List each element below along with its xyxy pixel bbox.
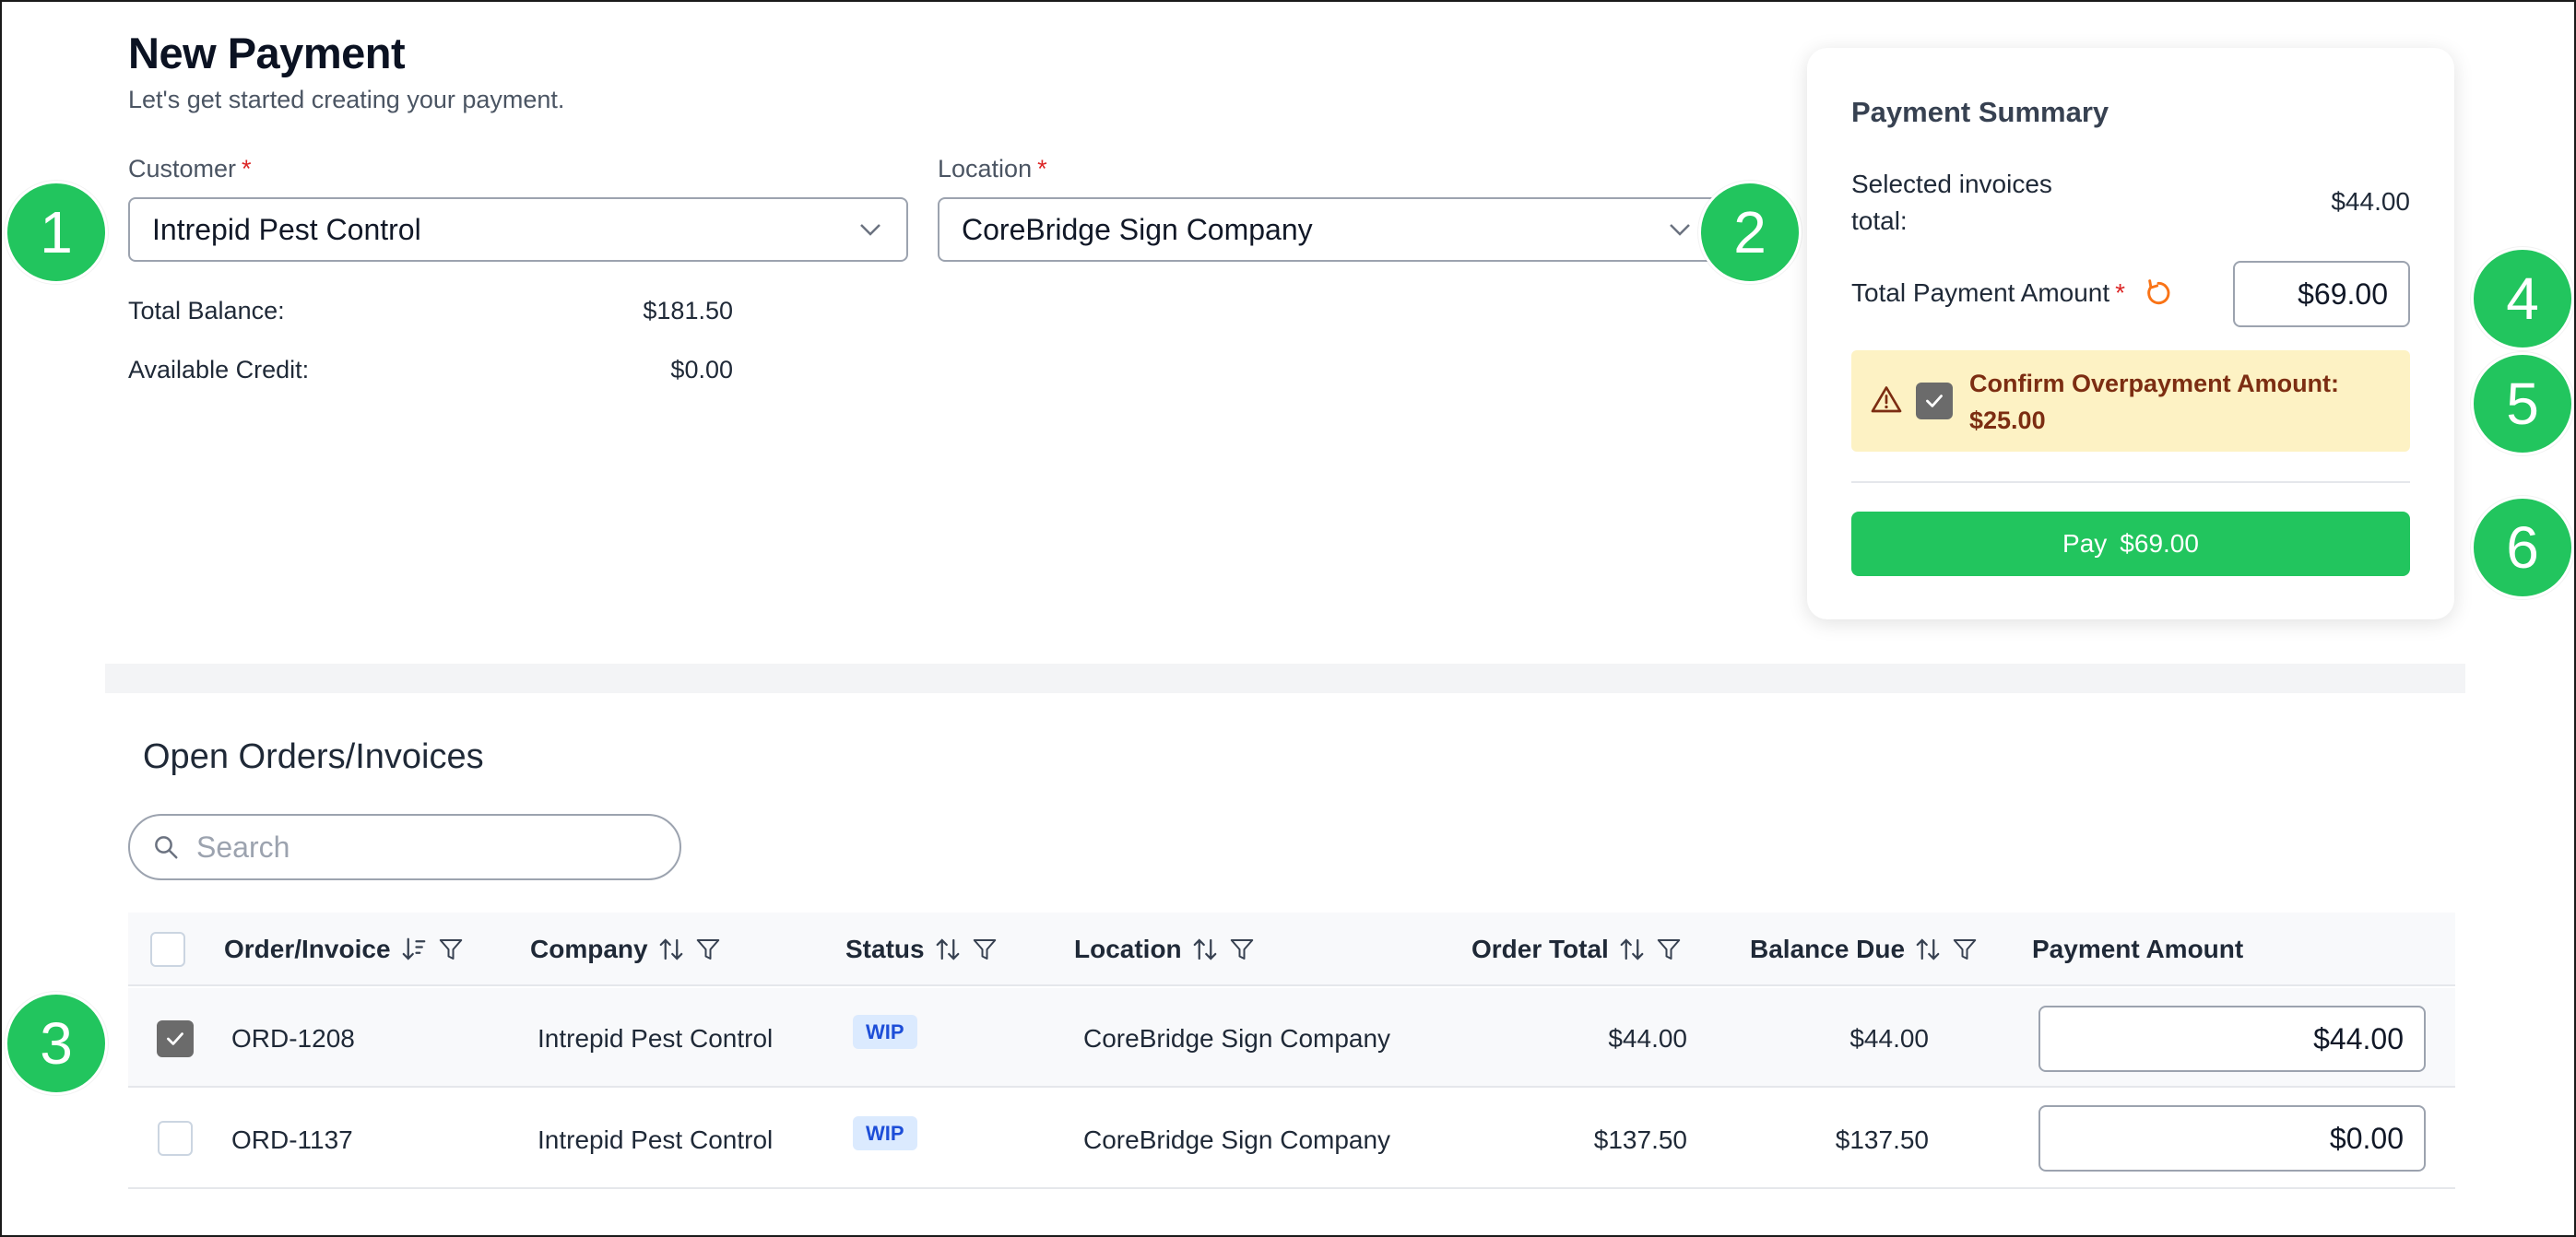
payment-amount-input[interactable]: $44.00 (2038, 1006, 2426, 1072)
sort-icon[interactable] (1914, 936, 1942, 963)
location-label: Location * (938, 155, 1047, 183)
column-header-label: Location (1074, 935, 1182, 963)
filter-icon[interactable] (694, 936, 722, 963)
column-header-company[interactable]: Company (530, 935, 722, 964)
selected-invoices-value: $44.00 (2331, 187, 2410, 216)
filter-icon[interactable] (1655, 936, 1683, 963)
selected-invoices-label-line1: Selected invoices (1851, 170, 2052, 198)
sort-icon[interactable] (934, 936, 962, 963)
customer-select[interactable]: Intrepid Pest Control (128, 197, 908, 262)
column-header-label: Order Total (1471, 935, 1609, 963)
select-all-checkbox[interactable] (150, 932, 185, 967)
required-asterisk: * (242, 155, 252, 183)
sort-desc-icon[interactable] (400, 936, 428, 963)
total-payment-label: Total Payment Amount * (1851, 278, 2173, 308)
column-header-payment-amount: Payment Amount (2032, 935, 2243, 964)
checkmark-icon (167, 1032, 183, 1045)
summary-divider (1851, 481, 2410, 483)
search-icon (155, 836, 178, 859)
customer-label: Customer * (128, 155, 252, 183)
open-orders-title: Open Orders/Invoices (143, 737, 484, 776)
balance-due-cell: $137.50 (1835, 1125, 1929, 1154)
overpayment-text: Confirm Overpayment Amount: $25.00 (1969, 365, 2339, 439)
filter-icon[interactable] (437, 936, 465, 963)
location-cell: CoreBridge Sign Company (1083, 1024, 1391, 1053)
sort-icon[interactable] (1191, 936, 1219, 963)
pay-button-amount: $69.00 (2120, 529, 2199, 558)
column-header-label: Payment Amount (2032, 935, 2244, 963)
order-id[interactable]: ORD-1137 (231, 1125, 353, 1155)
callout-6: 6 (2471, 496, 2574, 599)
page-subtitle: Let's get started creating your payment. (128, 86, 565, 113)
total-balance-value: $181.50 (643, 297, 733, 324)
search-placeholder: Search (196, 830, 290, 864)
sort-icon[interactable] (657, 936, 685, 963)
column-header-balance-due[interactable]: Balance Due (1750, 935, 1979, 964)
callout-1: 1 (5, 181, 108, 284)
column-header-label: Balance Due (1750, 935, 1906, 963)
confirm-overpayment-checkbox[interactable] (1916, 383, 1953, 419)
callout-3: 3 (5, 992, 108, 1095)
available-credit-value: $0.00 (670, 356, 733, 383)
filter-icon[interactable] (971, 936, 998, 963)
overpayment-text-line1: Confirm Overpayment Amount: (1969, 370, 2340, 397)
callout-5: 5 (2471, 352, 2574, 455)
balance-due-cell: $44.00 (1849, 1024, 1929, 1053)
location-select[interactable]: CoreBridge Sign Company (938, 197, 1718, 262)
available-credit-label: Available Credit: (128, 356, 310, 383)
overpayment-text-line2: $25.00 (1969, 406, 2046, 434)
customer-label-text: Customer (128, 155, 237, 183)
filter-icon[interactable] (1951, 936, 1979, 963)
page-title: New Payment (128, 29, 406, 77)
chevron-down-icon (1670, 224, 1690, 236)
column-header-label: Status (845, 935, 925, 963)
status-badge-text: WIP (853, 1116, 917, 1150)
location-label-text: Location (938, 155, 1033, 183)
company-cell: Intrepid Pest Control (538, 1024, 774, 1053)
column-header-status[interactable]: Status (845, 935, 998, 964)
row-checkbox[interactable] (158, 1121, 193, 1156)
callout-2: 2 (1698, 181, 1802, 284)
selected-invoices-label-line2: total: (1851, 206, 1908, 235)
company-cell: Intrepid Pest Control (538, 1125, 774, 1154)
pay-button[interactable]: Pay $69.00 (1851, 512, 2410, 576)
column-header-label: Company (530, 935, 648, 963)
reset-icon[interactable] (2144, 278, 2173, 308)
filter-icon[interactable] (1228, 936, 1256, 963)
warning-icon (1871, 386, 1902, 413)
status-badge-text: WIP (853, 1015, 917, 1049)
status-badge: WIP (853, 1116, 917, 1150)
sort-icon[interactable] (1618, 936, 1646, 963)
status-badge: WIP (853, 1015, 917, 1049)
order-total-cell: $44.00 (1608, 1024, 1687, 1053)
location-cell: CoreBridge Sign Company (1083, 1125, 1391, 1154)
column-header-order-invoice[interactable]: Order/Invoice (224, 935, 465, 964)
payment-amount-input[interactable]: $0.00 (2038, 1105, 2426, 1172)
column-header-label: Order/Invoice (224, 935, 391, 963)
location-select-value: CoreBridge Sign Company (962, 212, 1313, 246)
order-id[interactable]: ORD-1208 (231, 1024, 355, 1054)
order-total-cell: $137.50 (1593, 1125, 1687, 1154)
chevron-down-icon (860, 224, 880, 236)
column-header-location[interactable]: Location (1074, 935, 1256, 964)
payment-summary-title: Payment Summary (1851, 96, 2109, 128)
column-header-order-total[interactable]: Order Total (1471, 935, 1683, 964)
required-asterisk: * (1037, 155, 1047, 183)
pay-button-label: Pay (2062, 529, 2108, 558)
checkmark-icon (1926, 395, 1943, 407)
search-input[interactable]: Search (128, 814, 681, 880)
customer-select-value: Intrepid Pest Control (152, 212, 421, 246)
selected-invoices-label: Selected invoices total: (1851, 166, 2052, 240)
total-balance-label: Total Balance: (128, 297, 285, 324)
row-checkbox[interactable] (157, 1020, 194, 1057)
section-divider-band (105, 664, 2465, 693)
required-asterisk: * (2115, 278, 2126, 307)
total-payment-label-text: Total Payment Amount (1851, 278, 2110, 307)
callout-4: 4 (2471, 247, 2574, 350)
total-payment-input[interactable]: $69.00 (2233, 261, 2410, 327)
